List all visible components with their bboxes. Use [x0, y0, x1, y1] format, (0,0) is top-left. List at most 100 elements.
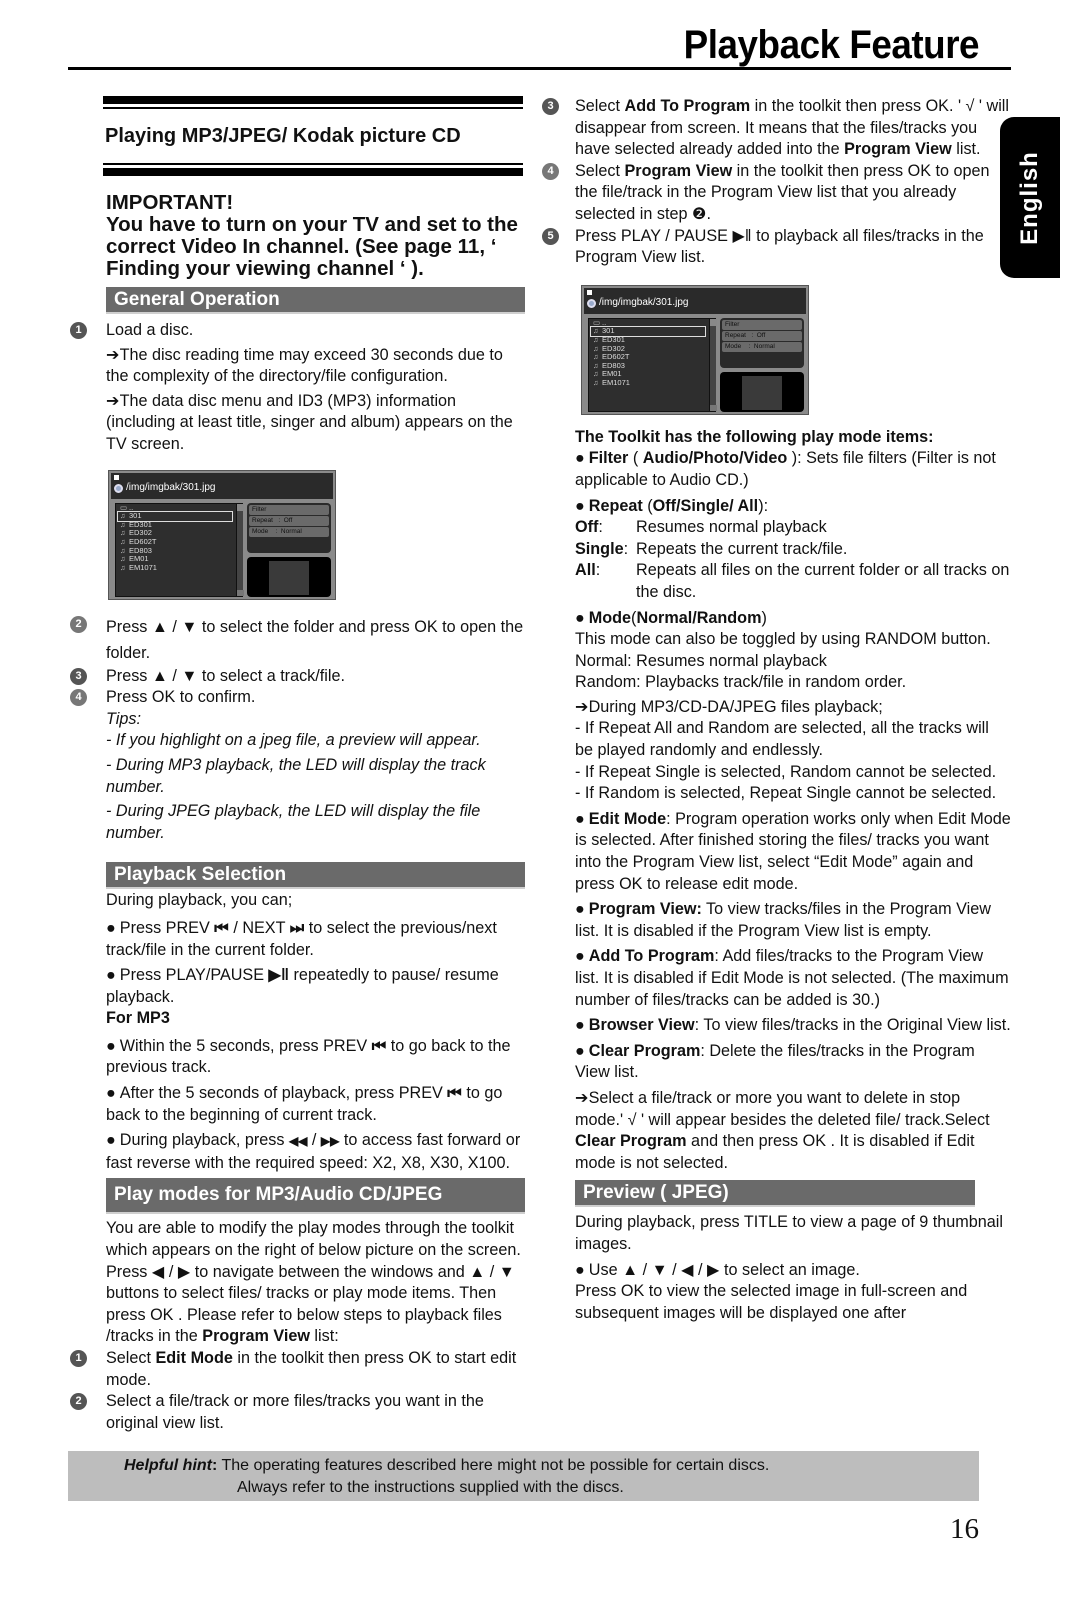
file-path: /img/imgbak/301.jpg: [126, 481, 216, 493]
subheading-for-mp3: For MP3: [106, 1009, 170, 1028]
toolkit-option: Repeat : Off: [249, 515, 329, 526]
section-title: Playing MP3/JPEG/ Kodak picture CD: [105, 125, 461, 147]
screen-header: /img/imgbak/301.jpg: [111, 472, 333, 499]
disc-icon: [587, 298, 596, 308]
toolkit-option: Filter: [722, 319, 802, 330]
file-icon: ♫: [593, 377, 599, 387]
text-line: - If Repeat Single is selected, Random c…: [575, 762, 997, 781]
step-text: Press OK to confirm.: [106, 688, 256, 707]
scroll-up-icon: [710, 318, 717, 326]
left-column: Playing MP3/JPEG/ Kodak picture CD IMPOR…: [70, 96, 525, 1434]
text-line: Random: Playbacks track/file in random o…: [575, 673, 907, 692]
step-3: 3 Press ▲ / ▼ to select a track/file.: [70, 666, 525, 688]
step-number-icon: 2: [70, 1393, 87, 1411]
step-number-icon: 5: [542, 227, 559, 245]
disc-icon: [114, 483, 123, 493]
text-line: During playback, press TITLE to view a p…: [575, 1213, 1003, 1253]
toolkit-item-filter: Filter ( Audio/Photo/Video ): Sets file …: [575, 448, 1011, 491]
repeat-definition: Single: Repeats the current track/file.: [575, 539, 848, 558]
toolkit-panel: Filter Repeat : Off Mode : Normal: [720, 317, 804, 368]
bullet-item: During playback, press ◀◀ / ▶▶ to access…: [106, 1130, 525, 1174]
toolkit-item-mode: Mode(Normal/Random): [575, 608, 1011, 630]
scroll-up-icon: [237, 503, 244, 511]
helpful-hint-bar: Helpful hint: The operating features des…: [68, 1451, 979, 1501]
step-note: ➔The data disc menu and ID3 (MP3) inform…: [106, 391, 513, 453]
toolkit-item-program-view: Program View: To view tracks/files in th…: [575, 899, 1011, 942]
rule: [103, 96, 523, 104]
step-number-icon: 1: [70, 1350, 87, 1367]
repeat-definition: All: Repeats all files on the current fol…: [575, 561, 1010, 601]
toolkit-option: Filter: [249, 504, 329, 515]
tip: - If you highlight on a jpeg file, a pre…: [106, 731, 481, 750]
toolkit-option: Repeat : Off: [722, 330, 802, 341]
text-line: - If Random is selected, Repeat Single c…: [575, 784, 997, 803]
language-tab-label: English: [1016, 150, 1044, 245]
section-heading-preview-jpeg: Preview ( JPEG): [575, 1180, 975, 1208]
page-title: Playback Feature: [683, 23, 980, 67]
file-list: ▭.. ♫ 301 ♫ ED301 ♫ ED302 ♫ ED602T ♫ ED803 ♫ EM01 ♫ EM…: [588, 317, 717, 412]
tip: - During MP3 playback, the LED will disp…: [106, 755, 486, 796]
important-notice: IMPORTANT! You have to turn on your TV a…: [106, 192, 525, 280]
repeat-definition: Off: Resumes normal playback: [575, 518, 827, 537]
bullet-item: Press PLAY/PAUSE ▶‖ repeatedly to pause/…: [106, 965, 525, 1008]
step-number-icon: 1: [70, 322, 87, 339]
file-list-item: ♫ EM1071: [120, 562, 157, 572]
tip: - During JPEG playback, the LED will dis…: [106, 802, 481, 842]
step-number-icon: 3: [542, 98, 559, 115]
hint-text: The operating features described here mi…: [217, 1457, 770, 1474]
play-modes-step-3: 3 Select Add To Program in the toolkit t…: [542, 96, 1011, 161]
step-number-icon: 3: [70, 667, 87, 685]
section-heading-playback-selection: Playback Selection: [106, 862, 525, 890]
scroll-down-icon: [710, 404, 717, 411]
screen-header: /img/imgbak/301.jpg: [584, 287, 806, 314]
section-heading-general-operation: General Operation: [106, 287, 525, 314]
rule: [103, 168, 523, 176]
toolkit-option: Mode : Normal: [249, 526, 329, 537]
bullet-item: Press PREV ⏮ / NEXT ⏭ to select the prev…: [106, 918, 525, 961]
preview-pane: [247, 556, 331, 597]
playback-selection-body: During playback, you can; Press PREV ⏮ /…: [106, 890, 525, 1174]
play-modes-step-4: 4 Select Program View in the toolkit the…: [542, 161, 1011, 226]
play-modes-step-2: 2 Select a file/track or more files/trac…: [70, 1391, 525, 1434]
scrollbar: [236, 503, 244, 596]
fast-forward-icon: ▶▶: [320, 1134, 340, 1149]
scrollbar: [709, 318, 717, 411]
text-line: ➔During MP3/CD-DA/JPEG files playback;: [575, 697, 883, 716]
step-2: 2 Press ▲ / ▼ to select the folder and p…: [70, 614, 525, 666]
prev-icon: ⏮: [214, 918, 229, 937]
play-modes-step-1: 1 Select Edit Mode in the toolkit then p…: [70, 1348, 525, 1391]
step-4: 4 Press OK to confirm. Tips: - If you hi…: [70, 687, 525, 844]
section-box-mp3: Playing MP3/JPEG/ Kodak picture CD: [103, 96, 523, 176]
clear-program-note: ➔Select a file/track or more you want to…: [575, 1088, 990, 1172]
step-text: Press ▲ / ▼ to select the folder and pre…: [106, 617, 524, 662]
page-number: 16: [950, 1513, 979, 1545]
hint-text: Always refer to the instructions supplie…: [237, 1479, 624, 1496]
prev-icon: ⏮: [447, 1084, 462, 1103]
text-line: - If Repeat All and Random are selected,…: [575, 719, 989, 760]
bullet-item: After the 5 seconds of playback, press P…: [106, 1083, 525, 1126]
step-text: Press ▲ / ▼ to select a track/file.: [106, 666, 345, 685]
scroll-down-icon: [237, 589, 244, 596]
text-line: Press OK to view the selected image in f…: [575, 1282, 968, 1322]
title-rule: [68, 67, 1011, 70]
rule: [103, 163, 523, 165]
text-line: Normal: Resumes normal playback: [575, 651, 827, 670]
tips-label: Tips:: [106, 709, 141, 728]
step-number-icon: 4: [70, 689, 87, 707]
important-text: You have to turn on your TV and set to t…: [106, 213, 518, 280]
file-icon: ♫: [120, 562, 126, 572]
toolkit-heading: The Toolkit has the following play mode …: [575, 427, 934, 446]
prev-icon: ⏮: [371, 1036, 387, 1055]
stop-icon: [114, 474, 119, 480]
repeat-definitions: Off: Resumes normal playback Single: Repeat…: [575, 517, 1011, 603]
file-list-item: ♫ EM1071: [593, 377, 630, 387]
right-column: 3 Select Add To Program in the toolkit t…: [542, 96, 1011, 1325]
step-number-icon: 2: [70, 615, 87, 633]
text-line: This mode can also be toggled by using R…: [575, 630, 991, 649]
toolkit-section: The Toolkit has the following play mode …: [575, 427, 1011, 1325]
next-icon: ⏭: [289, 918, 305, 937]
tv-screen-file-browser: /img/imgbak/301.jpg ▭.. ♫ 301 ♫ ED301 ♫ ED302 ♫ E…: [108, 469, 336, 600]
step-note: ➔The disc reading time may exceed 30 sec…: [106, 345, 503, 386]
file-path: /img/imgbak/301.jpg: [599, 296, 689, 308]
step-number-icon: 4: [542, 162, 559, 180]
